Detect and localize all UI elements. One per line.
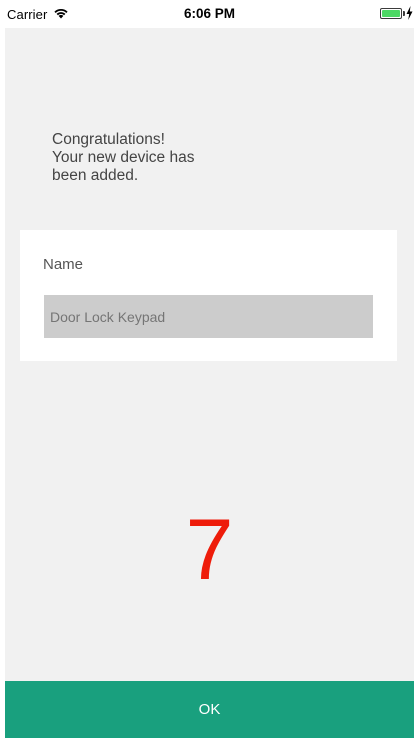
ok-button[interactable]: OK — [5, 681, 414, 738]
message-line-1: Congratulations! — [52, 131, 165, 148]
message-line-3: been added. — [52, 167, 139, 184]
name-label: Name — [43, 256, 84, 273]
content-area: Congratulations! Your new device has bee… — [5, 28, 414, 681]
battery-cap — [403, 11, 405, 16]
device-name-input[interactable] — [44, 295, 373, 338]
device-screen: Carrier 6:06 PM Congratulations! Your ne… — [0, 0, 414, 738]
name-input-container — [44, 295, 373, 338]
battery-level — [382, 10, 400, 17]
step-number: 7 — [185, 502, 234, 598]
status-bar: Carrier 6:06 PM — [5, 0, 414, 28]
charging-bolt-icon — [406, 6, 413, 20]
battery-icon — [380, 8, 402, 19]
message-line-2: Your new device has — [52, 149, 195, 166]
success-message: Congratulations! Your new device has bee… — [52, 131, 352, 185]
status-time: 6:06 PM — [183, 6, 236, 21]
name-card: Name — [20, 230, 397, 361]
